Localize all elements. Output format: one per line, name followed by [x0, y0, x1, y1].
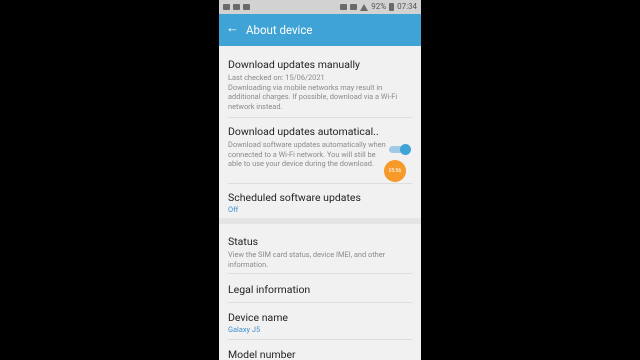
message-icon [233, 4, 240, 10]
image-icon [243, 4, 250, 10]
mute-icon [340, 4, 348, 10]
download-updates-automatically-item[interactable]: Download updates automatical.. Download … [228, 125, 386, 169]
device-name-item[interactable]: Device name Galaxy J5 [228, 311, 412, 335]
model-number-item[interactable]: Model number [228, 348, 412, 360]
alarm-icon [350, 4, 358, 10]
item-title: Download updates automatical.. [228, 125, 379, 138]
section-separator [219, 218, 421, 224]
toggle-thumb [400, 144, 411, 155]
floating-timer-badge[interactable]: 05:56 [384, 160, 406, 182]
divider [228, 273, 412, 274]
item-title: Scheduled software updates [228, 191, 361, 204]
item-title: Device name [228, 311, 288, 324]
battery-percent: 92% [371, 2, 387, 11]
app-bar: ← About device [219, 14, 421, 46]
back-arrow-icon[interactable]: ← [226, 22, 239, 36]
divider [228, 183, 412, 184]
download-updates-manually-item[interactable]: Download updates manually Last checked o… [228, 58, 412, 111]
phone-screen: 92% 07:34 ← About device Download update… [219, 0, 421, 360]
video-icon [223, 4, 230, 10]
item-subtitle: View the SIM card status, device IMEI, a… [228, 250, 386, 269]
item-title: Legal information [228, 283, 311, 296]
settings-list: Download updates manually Last checked o… [219, 46, 421, 360]
item-title: Status [228, 235, 259, 248]
status-time: 07:34 [397, 2, 417, 11]
item-subtitle: Last checked on: 15/06/2021 Downloading … [228, 73, 398, 111]
item-title: Download updates manually [228, 58, 360, 71]
signal-icon [360, 3, 369, 11]
legal-information-item[interactable]: Legal information [228, 283, 412, 296]
divider [228, 117, 412, 118]
item-value: Galaxy J5 [228, 325, 261, 334]
divider [228, 302, 412, 303]
item-title: Model number [228, 348, 296, 360]
item-subtitle: Download software updates automatically … [228, 140, 386, 168]
battery-icon [389, 3, 395, 11]
auto-update-toggle[interactable] [389, 144, 411, 155]
divider [228, 339, 412, 340]
status-bar: 92% 07:34 [219, 0, 421, 14]
scheduled-software-updates-item[interactable]: Scheduled software updates Off [228, 191, 412, 215]
item-value: Off [228, 205, 239, 214]
status-item[interactable]: Status View the SIM card status, device … [228, 235, 412, 269]
page-title: About device [246, 23, 313, 37]
